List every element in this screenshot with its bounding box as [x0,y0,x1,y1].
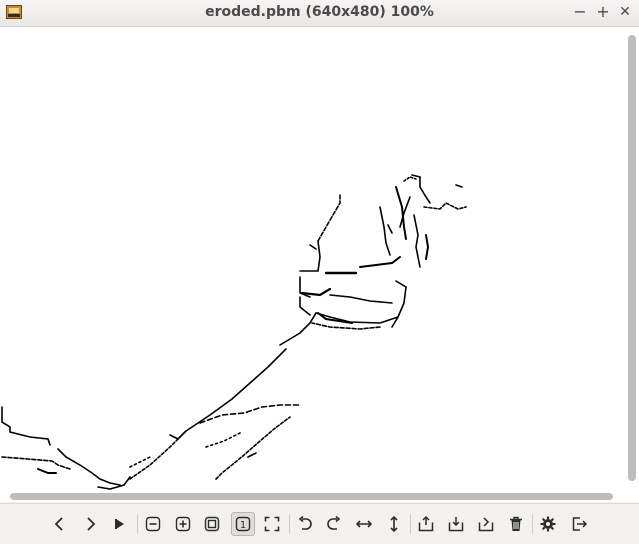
window-title: eroded.pbm (640x480) 100% [205,4,434,20]
quit-icon [572,517,588,531]
zoom-fit-icon [204,516,220,532]
horizontal-scrollbar-thumb[interactable] [10,493,613,500]
toolbar-separator [410,514,411,534]
maximize-button[interactable]: + [593,2,613,22]
open-button[interactable] [414,512,438,536]
delete-icon [510,516,522,531]
toolbar-separator [289,514,290,534]
close-button[interactable]: ✕ [615,2,635,22]
rotate-left-button[interactable] [293,512,317,536]
preferences-icon [540,516,556,532]
save-icon [448,517,464,532]
save-as-button[interactable] [474,512,498,536]
eroded-image [1,174,467,490]
flip-horizontal-icon [355,520,373,528]
preferences-button[interactable] [536,512,560,536]
delete-button[interactable] [504,512,528,536]
rotate-left-icon [298,515,312,530]
zoom-in-button[interactable] [171,512,195,536]
flip-vertical-icon [390,515,398,533]
flip-horizontal-button[interactable] [352,512,376,536]
vertical-scrollbar-thumb[interactable] [628,35,636,481]
next-icon [87,517,96,531]
next-button[interactable] [78,512,102,536]
vertical-scrollbar[interactable] [626,27,639,490]
zoom-original-icon: 1 [235,516,251,532]
save-button[interactable] [444,512,468,536]
slideshow-icon [115,519,124,529]
flip-vertical-button[interactable] [382,512,406,536]
minimize-button[interactable]: − [570,2,590,22]
image-viewer-window: eroded.pbm (640x480) 100% − + ✕ 1 [0,0,639,544]
fullscreen-button[interactable] [260,512,284,536]
scroll-corner [626,490,639,502]
fullscreen-icon [264,516,280,532]
zoom-original-button[interactable]: 1 [231,512,255,536]
toolbar-separator [137,514,138,534]
zoom-out-button[interactable] [141,512,165,536]
toolbar: 1 [0,503,639,544]
zoom-fit-button[interactable] [200,512,224,536]
slideshow-button[interactable] [108,512,132,536]
open-icon [418,515,434,532]
horizontal-scrollbar[interactable] [0,490,626,502]
rotate-right-icon [327,515,341,530]
save-as-icon [478,517,494,532]
zoom-original-label: 1 [240,520,246,531]
quit-button[interactable] [567,512,591,536]
toolbar-separator [532,514,533,534]
previous-icon [54,517,63,531]
title-bar[interactable]: eroded.pbm (640x480) 100% − + ✕ [0,0,639,27]
zoom-in-icon [175,516,191,532]
rotate-right-button[interactable] [322,512,346,536]
image-canvas[interactable] [0,27,626,490]
zoom-out-icon [145,516,161,532]
previous-button[interactable] [48,512,72,536]
